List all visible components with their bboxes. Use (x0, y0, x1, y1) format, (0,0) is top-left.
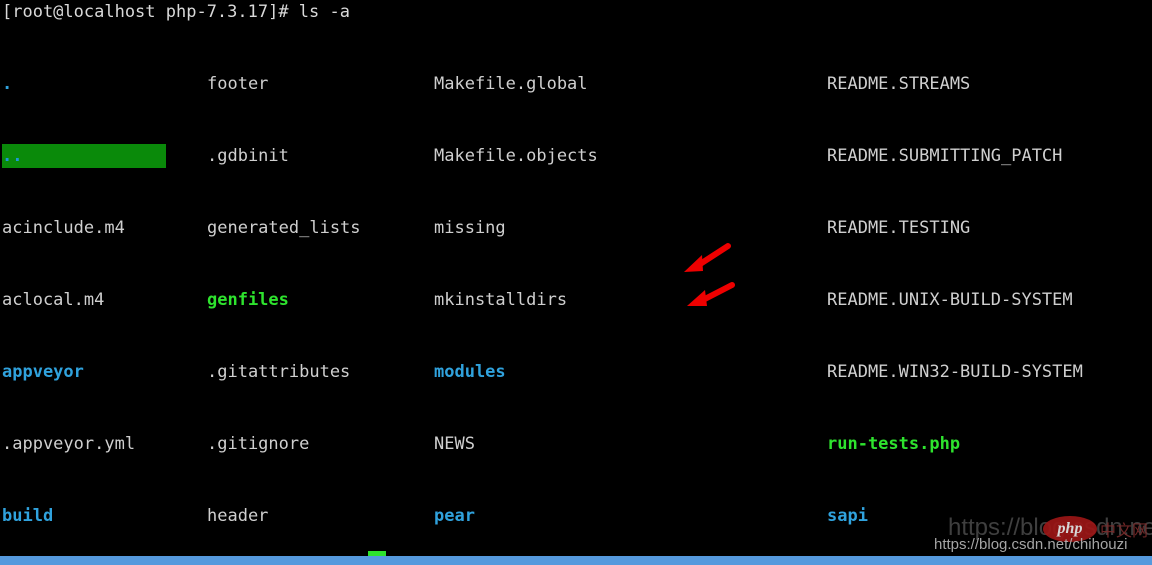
list-item[interactable]: .gitignore (207, 432, 391, 456)
file-listing: . .. acinclude.m4 aclocal.m4 appveyor .a… (0, 24, 1152, 558)
watermark-csdn-url: https://blog.csdn.net/chihouzi (934, 536, 1128, 553)
list-item[interactable]: run-tests.php (827, 432, 1083, 456)
list-item[interactable]: README.UNIX-BUILD-SYSTEM (827, 288, 1083, 312)
list-item[interactable]: header (207, 504, 391, 528)
list-item[interactable]: generated_lists (207, 216, 391, 240)
listing-column-2: footer .gdbinit generated_lists genfiles… (207, 24, 391, 565)
list-item[interactable]: modules (434, 360, 762, 384)
list-item[interactable]: Makefile.global (434, 72, 762, 96)
list-item[interactable]: footer (207, 72, 391, 96)
list-item[interactable]: . (2, 72, 166, 96)
list-item[interactable]: acinclude.m4 (2, 216, 166, 240)
terminal-window[interactable]: [root@localhost php-7.3.17]# ls -a . .. … (0, 0, 1152, 565)
list-item[interactable]: mkinstalldirs (434, 288, 762, 312)
list-item[interactable]: .appveyor.yml (2, 432, 166, 456)
list-item[interactable]: appveyor (2, 360, 166, 384)
window-bottom-bar (0, 556, 1152, 565)
list-item[interactable]: pear (434, 504, 762, 528)
list-item[interactable]: Makefile.objects (434, 144, 762, 168)
listing-column-4: README.STREAMS README.SUBMITTING_PATCH R… (827, 24, 1083, 565)
list-item[interactable]: .gdbinit (207, 144, 391, 168)
list-item[interactable]: .gitattributes (207, 360, 391, 384)
listing-column-3: Makefile.global Makefile.objects missing… (434, 24, 762, 565)
shell-prompt-line: [root@localhost php-7.3.17]# ls -a (2, 2, 350, 22)
list-item[interactable]: NEWS (434, 432, 762, 456)
list-item[interactable]: missing (434, 216, 762, 240)
list-item[interactable]: README.STREAMS (827, 72, 1083, 96)
list-item[interactable]: build (2, 504, 166, 528)
list-item-selected[interactable]: .. (2, 144, 166, 168)
list-item[interactable]: README.TESTING (827, 216, 1083, 240)
list-item[interactable]: genfiles (207, 288, 391, 312)
list-item[interactable]: README.SUBMITTING_PATCH (827, 144, 1083, 168)
list-item[interactable]: aclocal.m4 (2, 288, 166, 312)
listing-column-1: . .. acinclude.m4 aclocal.m4 appveyor .a… (2, 24, 166, 565)
list-item[interactable]: README.WIN32-BUILD-SYSTEM (827, 360, 1083, 384)
